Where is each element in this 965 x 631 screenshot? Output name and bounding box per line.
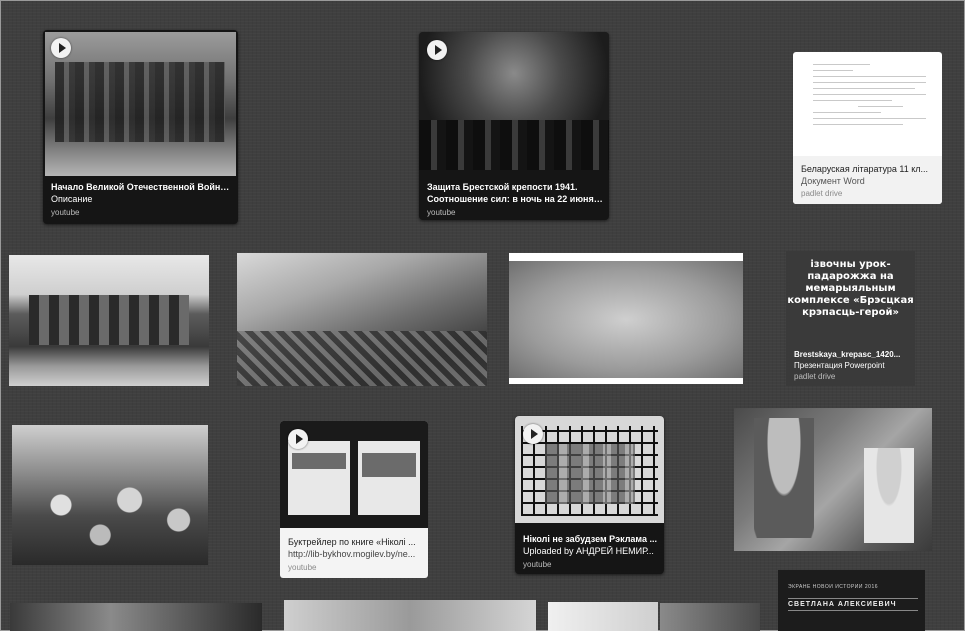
video-title[interactable]: Буктрейлер по книге «Ніколі ... (288, 537, 422, 548)
video-subtitle: Uploaded by АНДРЕЙ НЕМИР... (523, 546, 654, 556)
video-source: youtube (288, 563, 317, 572)
presentation-title[interactable]: Brestskaya_krepasc_1420... (794, 349, 909, 360)
video-subtitle: Соотношение сил: в ночь на 22 июня в... (427, 194, 603, 204)
video-thumbnail (419, 32, 609, 170)
play-icon[interactable] (288, 429, 308, 449)
image-wall-inscription[interactable] (509, 253, 743, 384)
video-subtitle: http://lib-bykhov.mogilev.by/ne... (288, 549, 416, 559)
video-subtitle: Описание (51, 194, 93, 204)
presentation-slide-text: ізвочны урок-падарожжа на мемарыяльным к… (787, 259, 914, 318)
image-battle-painting[interactable] (237, 253, 487, 386)
document-preview (813, 64, 926, 130)
image-fortress-gate[interactable] (9, 255, 209, 386)
presentation-card[interactable]: ізвочны урок-падарожжа на мемарыяльным к… (786, 251, 915, 386)
video-card-2[interactable]: Защита Брестской крепости 1941. Соотноше… (419, 32, 609, 220)
video-title[interactable]: Ніколі не забудзем Рэклама ... (523, 534, 658, 545)
video-title[interactable]: Начало Великой Отечественной Войны-... (51, 182, 232, 193)
video-source: youtube (51, 208, 80, 217)
poster-line-1: ЭКРАНЕ НОВОЙ ИСТОРИИ 2016 (788, 584, 879, 590)
video-card-3[interactable]: Буктрейлер по книге «Ніколі ... http://l… (280, 421, 428, 578)
video-source: youtube (427, 208, 456, 217)
play-icon[interactable] (523, 424, 543, 444)
video-thumbnail (45, 32, 236, 176)
book-poster[interactable]: ЭКРАНЕ НОВОЙ ИСТОРИИ 2016 СВЕТЛАНА АЛЕКС… (778, 570, 925, 631)
video-source: youtube (523, 560, 552, 569)
document-card[interactable]: Беларуская літаратура 11 кл... Документ … (793, 52, 942, 204)
presentation-type: Презентация Powerpoint (794, 361, 885, 370)
play-icon[interactable] (427, 40, 447, 60)
document-title[interactable]: Беларуская літаратура 11 кл... (801, 164, 936, 175)
document-source: padlet drive (801, 189, 843, 198)
image-bottom-1[interactable] (10, 603, 262, 631)
play-icon[interactable] (51, 38, 71, 58)
video-card-1[interactable]: Начало Великой Отечественной Войны-... О… (43, 30, 238, 224)
image-bottom-3[interactable] (548, 602, 658, 631)
image-bottom-4[interactable] (660, 603, 760, 631)
document-type: Документ Word (801, 176, 865, 186)
poster-line-2: СВЕТЛАНА АЛЕКСИЕВИЧ (788, 598, 918, 611)
image-boy-soldier[interactable] (734, 408, 932, 551)
presentation-source: padlet drive (794, 372, 836, 381)
image-children[interactable] (12, 425, 208, 565)
video-title[interactable]: Защита Брестской крепости 1941. (427, 182, 603, 193)
image-bottom-2[interactable] (284, 600, 536, 631)
video-card-4[interactable]: Ніколі не забудзем Рэклама ... Uploaded … (515, 416, 664, 574)
